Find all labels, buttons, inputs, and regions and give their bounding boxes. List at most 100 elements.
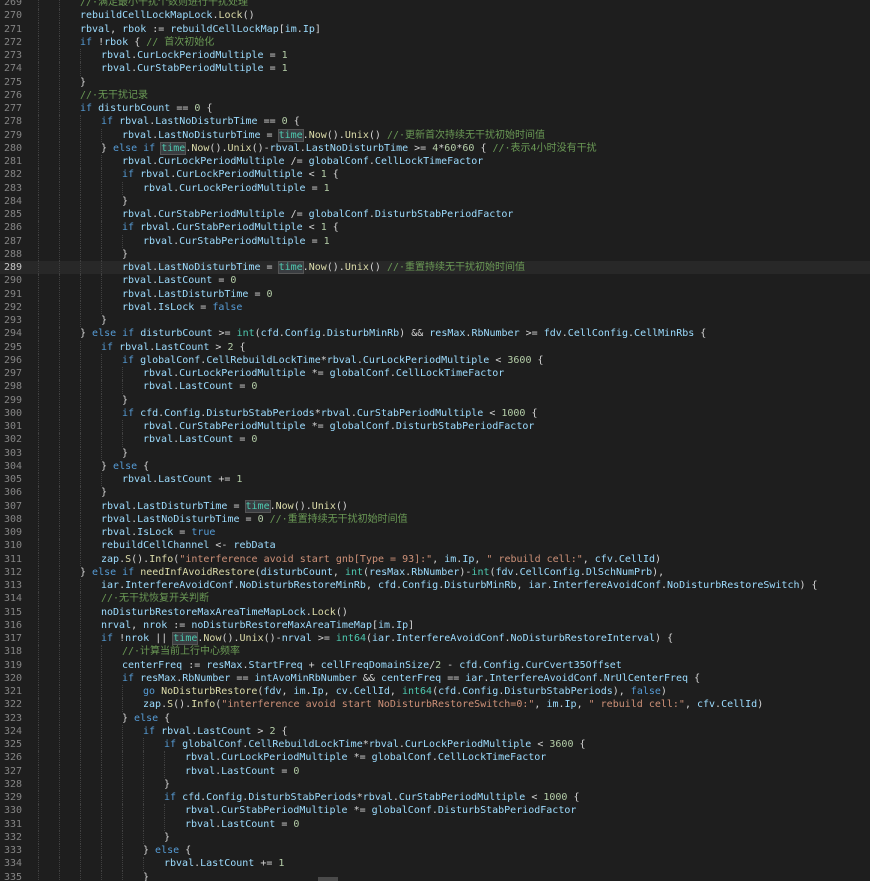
code-line[interactable]: 277 if disturbCount == 0 { xyxy=(0,102,870,116)
code-line[interactable]: 328} xyxy=(0,777,870,791)
code-line[interactable]: 307 rbval.LastDisturbTime = time.Now().Un… xyxy=(0,499,870,513)
code-token: CellConfig xyxy=(567,328,629,340)
indent-guide xyxy=(59,830,60,844)
code-line[interactable]: 304} else { xyxy=(0,459,870,473)
code-line[interactable]: 331 rbval.LastCount = 0 xyxy=(0,817,870,831)
code-line[interactable]: 305 rbval.LastCount += 1 xyxy=(0,473,870,487)
code-line[interactable]: 273 rbval.CurLockPeriodMultiple = 1 xyxy=(0,49,870,63)
code-line[interactable]: 322 zap.S().Info("interference avoid star… xyxy=(0,698,870,712)
code-token: rbval xyxy=(119,341,150,353)
code-line[interactable]: 295 if rbval.LastCount > 2 { xyxy=(0,340,870,354)
code-line[interactable]: 282 if rbval.CurLockPeriodMultiple < 1 { xyxy=(0,168,870,182)
code-line[interactable]: 279 rbval.LastNoDisturbTime = time.Now().… xyxy=(0,128,870,142)
code-line[interactable]: 335} xyxy=(0,870,870,881)
code-token: { xyxy=(179,845,192,856)
line-number: 301 xyxy=(3,421,22,432)
code-line[interactable]: 285 rbval.CurStabPeriodMultiple /= global… xyxy=(0,208,870,222)
code-line[interactable]: 327 rbval.LastCount = 0 xyxy=(0,764,870,778)
code-line[interactable]: 309 rbval.IsLock = true xyxy=(0,526,870,540)
code-line[interactable]: 275} xyxy=(0,75,870,89)
code-line[interactable]: 297 rbval.CurLockPeriodMultiple *= global… xyxy=(0,367,870,381)
code-line[interactable]: 287 rbval.CurStabPeriodMultiple = 1 xyxy=(0,234,870,248)
code-token: disturbCount xyxy=(98,103,171,114)
code-token: DlSchNumPrb xyxy=(585,566,653,578)
code-line[interactable]: 317 if !nrok || time.Now().Unix()-nrval >… xyxy=(0,632,870,646)
code-line[interactable]: 269 //·满足最小干扰个数则进行干扰处理 xyxy=(0,0,870,10)
code-line[interactable]: 308 rbval.LastNoDisturbTime = 0 //·重置持续无干… xyxy=(0,512,870,526)
code-line[interactable]: 271 rbval, rbok := rebuildCellLockMap[im.… xyxy=(0,22,870,36)
code-line[interactable]: 329 if cfd.Config.DisturbStabPeriods*rbva… xyxy=(0,791,870,805)
code-line[interactable]: 312} else if needInfAvoidRestore(disturb… xyxy=(0,565,870,579)
code-line[interactable]: 334 rbval.LastCount += 1 xyxy=(0,857,870,871)
code-line[interactable]: 289 rbval.LastNoDisturbTime = time.Now().… xyxy=(0,261,870,275)
indent-guide xyxy=(38,420,39,434)
code-line[interactable]: 293} xyxy=(0,314,870,328)
indent-guide xyxy=(122,844,123,858)
code-line[interactable]: 296 if globalConf.CellRebuildLockTime*rbv… xyxy=(0,353,870,367)
code-line[interactable]: 286 if rbval.CurStabPeriodMultiple < 1 { xyxy=(0,221,870,235)
code-line[interactable]: 321 go NoDisturbRestore(fdv, im.Ip, cv.Ce… xyxy=(0,685,870,699)
code-token: " rebuild cell:" xyxy=(588,699,685,711)
indent-guide xyxy=(80,353,81,367)
code-line[interactable]: 272 if !rbok { // 首次初始化 xyxy=(0,35,870,49)
code-line[interactable]: 276 //·无干扰记录 xyxy=(0,88,870,102)
code-token: InterfereAvoidConf xyxy=(489,672,598,684)
code-line[interactable]: 292 rbval.IsLock = false xyxy=(0,300,870,314)
code-token: } xyxy=(80,566,93,578)
code-line[interactable]: 294} else if disturbCount >= int(cfd.Con… xyxy=(0,327,870,341)
code-token: rbval xyxy=(143,182,174,194)
horizontal-scrollbar-thumb[interactable] xyxy=(318,877,338,881)
code-line[interactable]: 320 if resMax.RbNumber == intAvoMinRbNumb… xyxy=(0,671,870,685)
code-token: else xyxy=(113,460,138,472)
code-line[interactable]: 278 if rbval.LastNoDisturbTime == 0 { xyxy=(0,115,870,129)
code-line[interactable]: 319 centerFreq := resMax.StartFreq + cell… xyxy=(0,658,870,672)
code-token: } xyxy=(122,195,129,207)
code-line[interactable]: 290 rbval.LastCount = 0 xyxy=(0,274,870,288)
code-line[interactable]: 323} else { xyxy=(0,711,870,725)
code-line[interactable]: 299} xyxy=(0,393,870,407)
indent-guide xyxy=(38,579,39,593)
code-line[interactable]: 301 rbval.CurStabPeriodMultiple *= global… xyxy=(0,420,870,434)
code-token: else if xyxy=(113,142,156,154)
code-line[interactable]: 326 rbval.CurLockPeriodMultiple *= global… xyxy=(0,751,870,765)
code-line[interactable]: 325 if globalConf.CellRebuildLockTime*rbv… xyxy=(0,738,870,752)
code-line[interactable]: 313 iar.InterfereAvoidConf.NoDisturbResto… xyxy=(0,579,870,593)
code-editor[interactable]: 269 //·满足最小干扰个数则进行干扰处理 270 rebuildCellLockM… xyxy=(0,0,870,881)
code-line[interactable]: 330 rbval.CurStabPeriodMultiple *= global… xyxy=(0,804,870,818)
code-line[interactable]: 311 zap.S().Info("interference avoid star… xyxy=(0,552,870,566)
code-line[interactable]: 300 if cfd.Config.DisturbStabPeriods*rbva… xyxy=(0,406,870,420)
code-line[interactable]: 316 nrval, nrok := noDisturbRestoreMaxAre… xyxy=(0,618,870,632)
code-line[interactable]: 302 rbval.LastCount = 0 xyxy=(0,433,870,447)
code-line[interactable]: 283 rbval.CurLockPeriodMultiple = 1 xyxy=(0,181,870,195)
code-text: rbval.CurStabPeriodMultiple *= globalCon… xyxy=(143,420,534,433)
code-line[interactable]: 318 //·计算当前上行中心频率 xyxy=(0,645,870,659)
code-line[interactable]: 315 noDisturbRestoreMaxAreaTimeMapLock.Lo… xyxy=(0,605,870,619)
code-line[interactable]: 303} xyxy=(0,446,870,460)
code-line[interactable]: 332} xyxy=(0,830,870,844)
code-token: CellConfig xyxy=(519,566,580,578)
code-line[interactable]: 288} xyxy=(0,247,870,261)
code-token: ()- xyxy=(251,142,270,154)
code-line[interactable]: 314 //·无干扰恢复开关判断 xyxy=(0,592,870,606)
code-line[interactable]: 333} else { xyxy=(0,844,870,858)
indent-guide xyxy=(38,247,39,261)
code-line[interactable]: 281 rbval.CurLockPeriodMultiple /= global… xyxy=(0,155,870,169)
code-token: rbval xyxy=(185,818,216,830)
code-line[interactable]: 310 rebuildCellChannel <- rebData xyxy=(0,539,870,553)
indent-guide xyxy=(59,751,60,765)
code-token: CurLockPeriodMultiple xyxy=(362,354,490,366)
indent-guide xyxy=(38,261,39,275)
code-line[interactable]: 270 rebuildCellLockMapLock.Lock() xyxy=(0,9,870,23)
indent-guide xyxy=(143,738,144,752)
code-token: rbval xyxy=(362,792,393,803)
code-line[interactable]: 284} xyxy=(0,194,870,208)
code-token: 1 xyxy=(323,235,330,247)
indent-guide xyxy=(59,380,60,394)
code-line[interactable]: 324 if rbval.LastCount > 2 { xyxy=(0,724,870,738)
code-line[interactable]: 280} else if time.Now().Unix()-rbval.Las… xyxy=(0,141,870,155)
code-line[interactable]: 274 rbval.CurStabPeriodMultiple = 1 xyxy=(0,62,870,76)
indent-guide xyxy=(80,420,81,434)
code-line[interactable]: 298 rbval.LastCount = 0 xyxy=(0,380,870,394)
code-line[interactable]: 306} xyxy=(0,486,870,500)
code-line[interactable]: 291 rbval.LastDisturbTime = 0 xyxy=(0,287,870,301)
